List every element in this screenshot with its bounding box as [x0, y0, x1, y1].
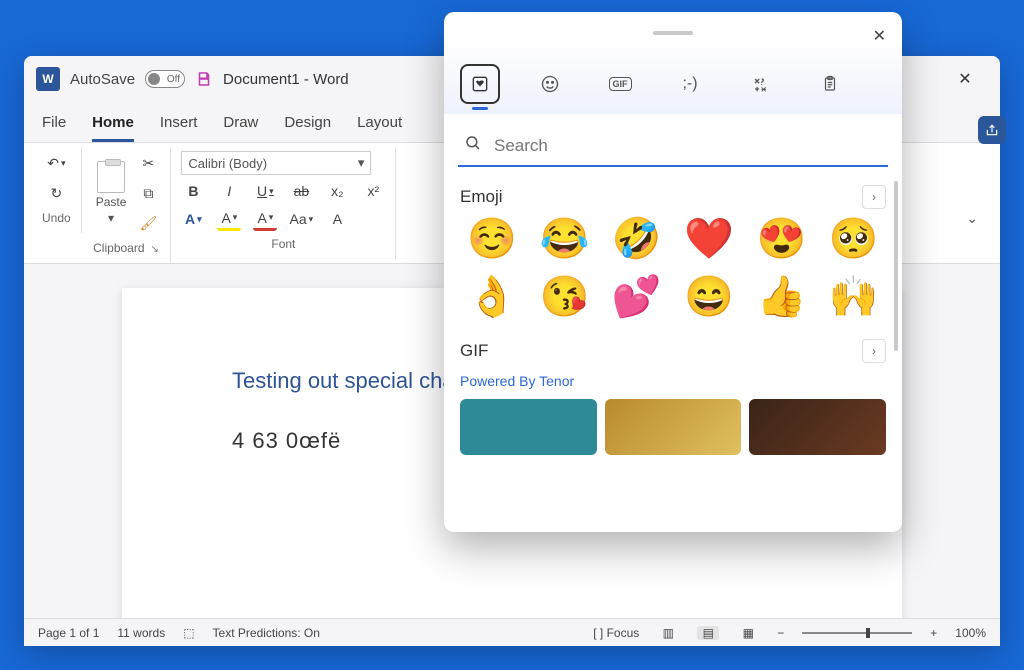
gif-badge-label: GIF	[609, 77, 632, 91]
section-heading-gif: GIF	[460, 341, 488, 361]
clear-formatting-button[interactable]: A	[325, 207, 349, 231]
font-color-button[interactable]: A▾	[253, 207, 277, 231]
gif-more-button[interactable]: ›	[862, 339, 886, 363]
change-case-button[interactable]: Aa▾	[289, 207, 313, 231]
emoji-item[interactable]: 😄	[677, 277, 741, 317]
superscript-button[interactable]: x²	[361, 179, 385, 203]
autosave-label: AutoSave	[70, 71, 135, 88]
emoji-item[interactable]: 🤣	[605, 219, 669, 259]
font-name-value: Calibri (Body)	[188, 156, 267, 171]
zoom-value[interactable]: 100%	[955, 626, 986, 640]
zoom-in-button[interactable]: +	[930, 626, 937, 640]
group-undo: ↶▾ ↻ Undo	[32, 147, 82, 233]
tab-insert[interactable]: Insert	[160, 108, 198, 142]
emoji-picker-panel: ✕ GIF ;-) Emoji ›	[444, 12, 902, 532]
tab-file[interactable]: File	[42, 108, 66, 142]
category-tab-clipboard[interactable]	[810, 64, 850, 104]
word-app-icon: W	[36, 67, 60, 91]
category-tabs: GIF ;-)	[460, 64, 886, 104]
paste-label: Paste	[96, 195, 127, 209]
save-icon[interactable]	[195, 70, 213, 88]
status-predictions[interactable]: Text Predictions: On	[213, 626, 320, 640]
group-label-clipboard: Clipboard↘	[93, 235, 159, 259]
search-icon	[464, 134, 482, 157]
share-button[interactable]	[978, 116, 1006, 144]
ribbon-collapse-button[interactable]: ⌄	[958, 184, 992, 227]
paste-button[interactable]: Paste ▾	[92, 159, 131, 227]
text-effects-button[interactable]: A▾	[181, 207, 205, 231]
gif-tile[interactable]	[460, 399, 597, 455]
category-tab-kaomoji[interactable]: ;-)	[670, 64, 710, 104]
emoji-more-button[interactable]: ›	[862, 185, 886, 209]
autosave-toggle[interactable]: Off	[145, 70, 185, 88]
category-tab-emoji[interactable]	[530, 64, 570, 104]
chevron-down-icon: ▾	[358, 155, 365, 171]
status-word-count[interactable]: 11 words	[117, 626, 165, 640]
redo-button[interactable]: ↻	[44, 181, 68, 205]
format-painter-button[interactable]: 🖌	[136, 211, 160, 235]
emoji-item[interactable]: 😘	[532, 277, 596, 317]
dialog-launcher-icon[interactable]: ↘	[151, 244, 159, 255]
emoji-item[interactable]: ☺️	[460, 219, 524, 259]
emoji-grid: ☺️ 😂 🤣 ❤️ 😍 🥺 👌 😘 💕 😄 👍 🙌	[460, 219, 886, 317]
highlight-button[interactable]: A▾	[217, 207, 241, 231]
category-tab-symbols[interactable]	[740, 64, 780, 104]
chevron-down-icon: ▾	[108, 211, 114, 225]
category-tab-recent[interactable]	[460, 64, 500, 104]
emoji-item[interactable]: 👌	[460, 277, 524, 317]
read-mode-button[interactable]: ▥	[657, 626, 679, 640]
clipboard-icon	[97, 161, 125, 193]
panel-drag-area[interactable]	[444, 20, 902, 46]
cut-button[interactable]: ✂	[136, 151, 160, 175]
gif-row	[460, 399, 886, 455]
scrollbar[interactable]	[894, 181, 898, 351]
spellcheck-icon[interactable]: ⬚	[183, 626, 194, 640]
subscript-button[interactable]: x₂	[325, 179, 349, 203]
tab-home[interactable]: Home	[92, 108, 134, 142]
powered-by-tenor: Powered By Tenor	[460, 373, 886, 389]
category-tab-gif[interactable]: GIF	[600, 64, 640, 104]
focus-mode-button[interactable]: [ ] Focus	[593, 626, 639, 640]
undo-button[interactable]: ↶▾	[44, 151, 68, 175]
panel-close-button[interactable]: ✕	[873, 26, 886, 46]
emoji-item[interactable]: 😂	[532, 219, 596, 259]
emoji-item[interactable]: 🥺	[822, 219, 886, 259]
emoji-item[interactable]: ❤️	[677, 219, 741, 259]
zoom-out-button[interactable]: −	[777, 626, 784, 640]
underline-button[interactable]: U▾	[253, 179, 277, 203]
section-heading-emoji: Emoji	[460, 187, 503, 207]
document-title: Document1 - Word	[223, 71, 349, 88]
emoji-item[interactable]: 🙌	[822, 277, 886, 317]
bold-button[interactable]: B	[181, 179, 205, 203]
strikethrough-button[interactable]: ab	[289, 179, 313, 203]
group-label-font: Font	[271, 231, 295, 255]
emoji-item[interactable]: 😍	[749, 219, 813, 259]
panel-body: Emoji › ☺️ 😂 🤣 ❤️ 😍 🥺 👌 😘 💕 😄 👍 🙌 GIF › …	[444, 167, 902, 532]
copy-button[interactable]: ⧉	[136, 181, 160, 205]
gif-tile[interactable]	[749, 399, 886, 455]
tab-design[interactable]: Design	[284, 108, 331, 142]
emoji-search-input[interactable]	[494, 136, 882, 156]
tab-draw[interactable]: Draw	[223, 108, 258, 142]
gif-tile[interactable]	[605, 399, 742, 455]
print-layout-button[interactable]: ▤	[697, 626, 719, 640]
web-layout-button[interactable]: ▦	[737, 626, 759, 640]
emoji-item[interactable]: 💕	[605, 277, 669, 317]
window-close-button[interactable]: ✕	[942, 56, 988, 102]
font-name-select[interactable]: Calibri (Body) ▾	[181, 151, 371, 175]
emoji-item[interactable]: 👍	[749, 277, 813, 317]
group-font: Calibri (Body) ▾ B I U▾ ab x₂ x² A▾ A▾ A…	[171, 147, 396, 259]
status-page[interactable]: Page 1 of 1	[38, 626, 99, 640]
status-bar: Page 1 of 1 11 words ⬚ Text Predictions:…	[24, 618, 1000, 646]
emoji-search[interactable]	[458, 128, 888, 167]
tab-layout[interactable]: Layout	[357, 108, 402, 142]
panel-header: GIF ;-)	[444, 46, 902, 114]
group-clipboard: Paste ▾ ✂ ⧉ 🖌 Clipboard↘	[82, 147, 172, 263]
italic-button[interactable]: I	[217, 179, 241, 203]
drag-handle-icon	[653, 31, 693, 35]
zoom-slider[interactable]	[802, 632, 912, 634]
group-label-undo: Undo	[42, 205, 71, 229]
